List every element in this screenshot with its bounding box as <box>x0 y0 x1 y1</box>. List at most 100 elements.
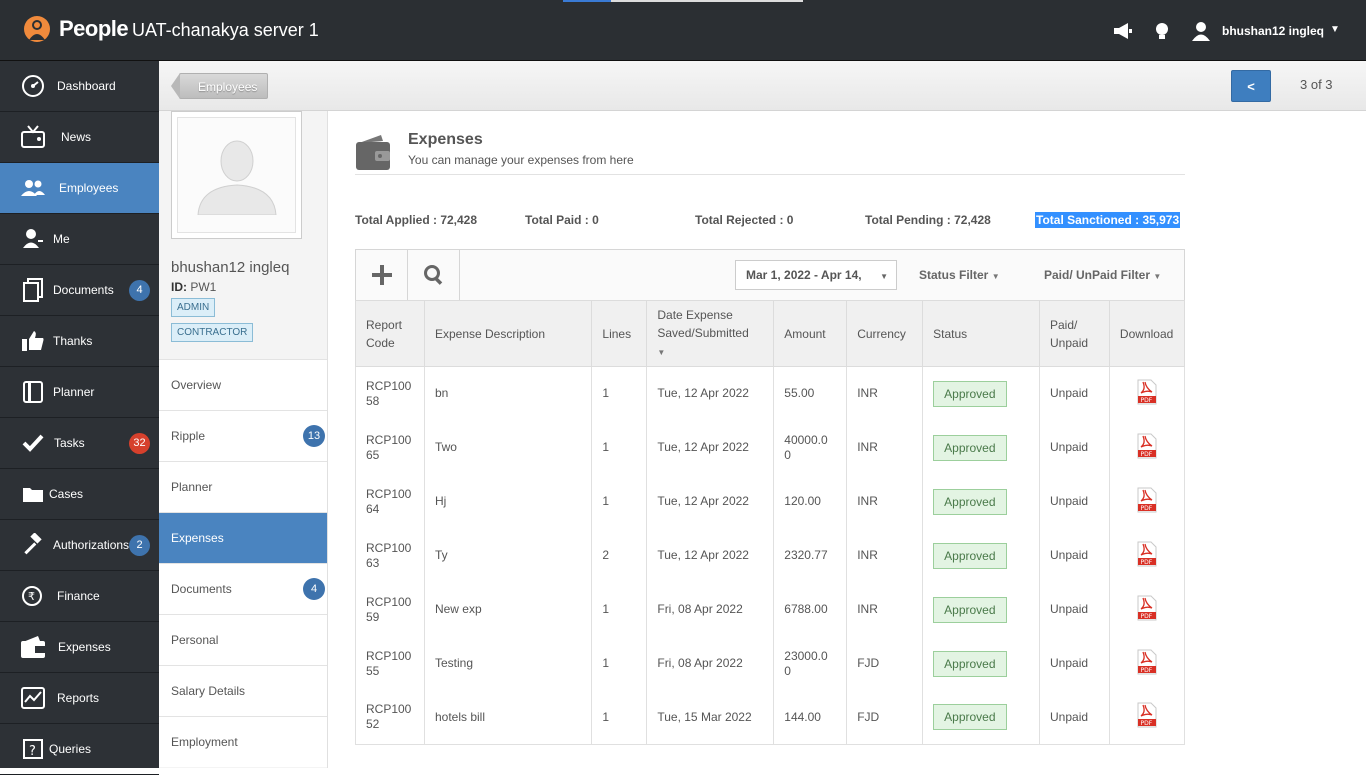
status-badge: Approved <box>933 704 1007 731</box>
profile-tab-overview[interactable]: Overview <box>159 359 327 410</box>
cell-desc: New exp <box>423 582 593 637</box>
count-badge: 32 <box>129 432 150 454</box>
dashboard-icon <box>20 73 46 99</box>
cell-status: Approved <box>922 528 1040 583</box>
search-icon <box>423 265 442 285</box>
sidebar-item-employees[interactable]: Employees <box>0 163 159 214</box>
pdf-download-icon[interactable]: PDF <box>1137 649 1157 675</box>
cell-date: Tue, 12 Apr 2022 <box>646 474 775 529</box>
sidebar-item-finance[interactable]: ₹ Finance <box>0 571 159 622</box>
user-icon[interactable] <box>1190 20 1212 42</box>
add-expense-button[interactable] <box>356 250 408 300</box>
sidebar-item-label: Cases <box>49 487 84 501</box>
profile-tab-personal[interactable]: Personal <box>159 614 327 665</box>
page-title: Expenses <box>408 131 483 148</box>
profile-tab-employment[interactable]: Employment <box>159 716 327 767</box>
profile-tab-documents[interactable]: Documents 4 <box>159 563 327 614</box>
cell-code: RCP100 63 <box>355 528 425 583</box>
col-report-code[interactable]: Report Code <box>355 300 425 367</box>
sidebar-item-expenses[interactable]: Expenses <box>0 622 159 673</box>
cell-amount: 23000.0 0 <box>773 636 848 691</box>
cell-desc: Testing <box>423 636 593 691</box>
cell-paid: Unpaid <box>1039 366 1110 421</box>
table-row[interactable]: RCP100 63 Ty 2 Tue, 12 Apr 2022 2320.77 INR Ap… <box>355 528 1186 583</box>
people-logo-icon <box>24 16 50 42</box>
date-range-picker[interactable]: Mar 1, 2022 - Apr 14, ▼ <box>735 260 897 290</box>
sort-desc-icon[interactable]: ▼ <box>657 348 665 357</box>
sidebar-item-news[interactable]: News <box>0 112 159 163</box>
pdf-download-icon[interactable]: PDF <box>1137 595 1157 621</box>
col-currency[interactable]: Currency <box>846 300 924 367</box>
sidebar-item-planner[interactable]: Planner <box>0 367 159 418</box>
previous-record-button[interactable]: < <box>1231 70 1271 102</box>
svg-text:PDF: PDF <box>1140 397 1152 404</box>
table-row[interactable]: RCP100 58 bn 1 Tue, 12 Apr 2022 55.00 INR Appr… <box>355 366 1186 421</box>
profile-tab-label: Overview <box>171 378 222 392</box>
cell-date: Fri, 08 Apr 2022 <box>646 582 775 637</box>
profile-tab-salary-details[interactable]: Salary Details <box>159 665 327 716</box>
cell-download: PDF <box>1108 420 1186 475</box>
sidebar-item-me[interactable]: Me <box>0 214 159 265</box>
pdf-download-icon[interactable]: PDF <box>1137 379 1157 405</box>
expenses-table: Report Code Expense Description Lines Da… <box>355 300 1186 745</box>
cell-desc: Two <box>423 420 593 475</box>
profile-tab-ripple[interactable]: Ripple 13 <box>159 410 327 461</box>
pdf-download-icon[interactable]: PDF <box>1137 433 1157 459</box>
page-subtitle: You can manage your expenses from here <box>408 153 634 167</box>
total-rejected: Total Rejected : 0 <box>695 213 794 227</box>
sidebar-item-thanks[interactable]: Thanks <box>0 316 159 367</box>
total-applied: Total Applied : 72,428 <box>355 213 478 227</box>
cell-desc: hotels bill <box>423 690 593 745</box>
table-row[interactable]: RCP100 55 Testing 1 Fri, 08 Apr 2022 23000.0… <box>355 636 1186 691</box>
chevron-down-icon[interactable]: ▼ <box>1330 24 1340 35</box>
table-row[interactable]: RCP100 65 Two 1 Tue, 12 Apr 2022 40000.0 0 IN… <box>355 420 1186 475</box>
wallet-icon <box>356 135 390 170</box>
sidebar-item-documents[interactable]: Documents 4 <box>0 265 159 316</box>
col-expense-description[interactable]: Expense Description <box>423 300 593 367</box>
server-name: UAT-chanakya server 1 <box>132 20 319 40</box>
col-date[interactable]: Date Expense Saved/Submitted ▼ <box>646 300 775 367</box>
sidebar-item-authorizations[interactable]: Authorizations 2 <box>0 520 159 571</box>
breadcrumb-employees[interactable]: Employees <box>170 73 269 99</box>
pdf-download-icon[interactable]: PDF <box>1137 541 1157 567</box>
megaphone-icon[interactable] <box>1112 20 1134 42</box>
date-range-text: Mar 1, 2022 - Apr 14, <box>746 268 862 282</box>
documents-icon <box>20 277 46 303</box>
cell-amount: 120.00 <box>773 474 848 529</box>
brand-name[interactable]: People <box>59 16 129 42</box>
profile-tab-label: Salary Details <box>171 684 246 698</box>
profile-tab-planner[interactable]: Planner <box>159 461 327 512</box>
table-row[interactable]: RCP100 59 New exp 1 Fri, 08 Apr 2022 6788.00… <box>355 582 1186 637</box>
col-lines[interactable]: Lines <box>591 300 648 367</box>
status-filter-dropdown[interactable]: Status Filter ▼ <box>919 268 1000 282</box>
profile-tab-expenses[interactable]: Expenses <box>159 512 327 563</box>
sidebar-item-tasks[interactable]: Tasks 32 <box>0 418 159 469</box>
pdf-download-icon[interactable]: PDF <box>1137 702 1157 728</box>
paid-unpaid-filter-dropdown[interactable]: Paid/ UnPaid Filter ▼ <box>1044 268 1161 282</box>
table-row[interactable]: RCP100 64 Hj 1 Tue, 12 Apr 2022 120.00 INR App… <box>355 474 1186 529</box>
lightbulb-icon[interactable] <box>1151 20 1173 42</box>
sidebar-item-reports[interactable]: Reports <box>0 673 159 724</box>
search-expense-button[interactable] <box>408 250 460 300</box>
sidebar-item-queries[interactable]: ? Queries <box>0 724 159 775</box>
employee-name: bhushan12 ingleq <box>171 259 290 276</box>
role-tag-contractor: CONTRACTOR <box>171 323 254 342</box>
user-menu-name[interactable]: bhushan12 ingleq <box>1222 24 1324 38</box>
cell-date: Tue, 12 Apr 2022 <box>646 366 775 421</box>
status-badge: Approved <box>933 434 1007 461</box>
col-status[interactable]: Status <box>922 300 1040 367</box>
svg-text:PDF: PDF <box>1140 451 1152 458</box>
sidebar-item-cases[interactable]: Cases <box>0 469 159 520</box>
sidebar-item-label: Tasks <box>54 436 85 450</box>
cell-currency: INR <box>846 420 924 475</box>
status-badge: Approved <box>933 542 1007 569</box>
chevron-down-icon: ▼ <box>1153 272 1162 281</box>
col-amount[interactable]: Amount <box>773 300 848 367</box>
gavel-icon <box>20 532 46 558</box>
sidebar-item-dashboard[interactable]: Dashboard <box>0 61 159 112</box>
count-badge: 13 <box>303 425 325 447</box>
cell-status: Approved <box>922 636 1040 691</box>
pdf-download-icon[interactable]: PDF <box>1137 487 1157 513</box>
table-row[interactable]: RCP100 52 hotels bill 1 Tue, 15 Mar 2022 144… <box>355 690 1186 745</box>
col-paid-unpaid[interactable]: Paid/ Unpaid <box>1039 300 1110 367</box>
